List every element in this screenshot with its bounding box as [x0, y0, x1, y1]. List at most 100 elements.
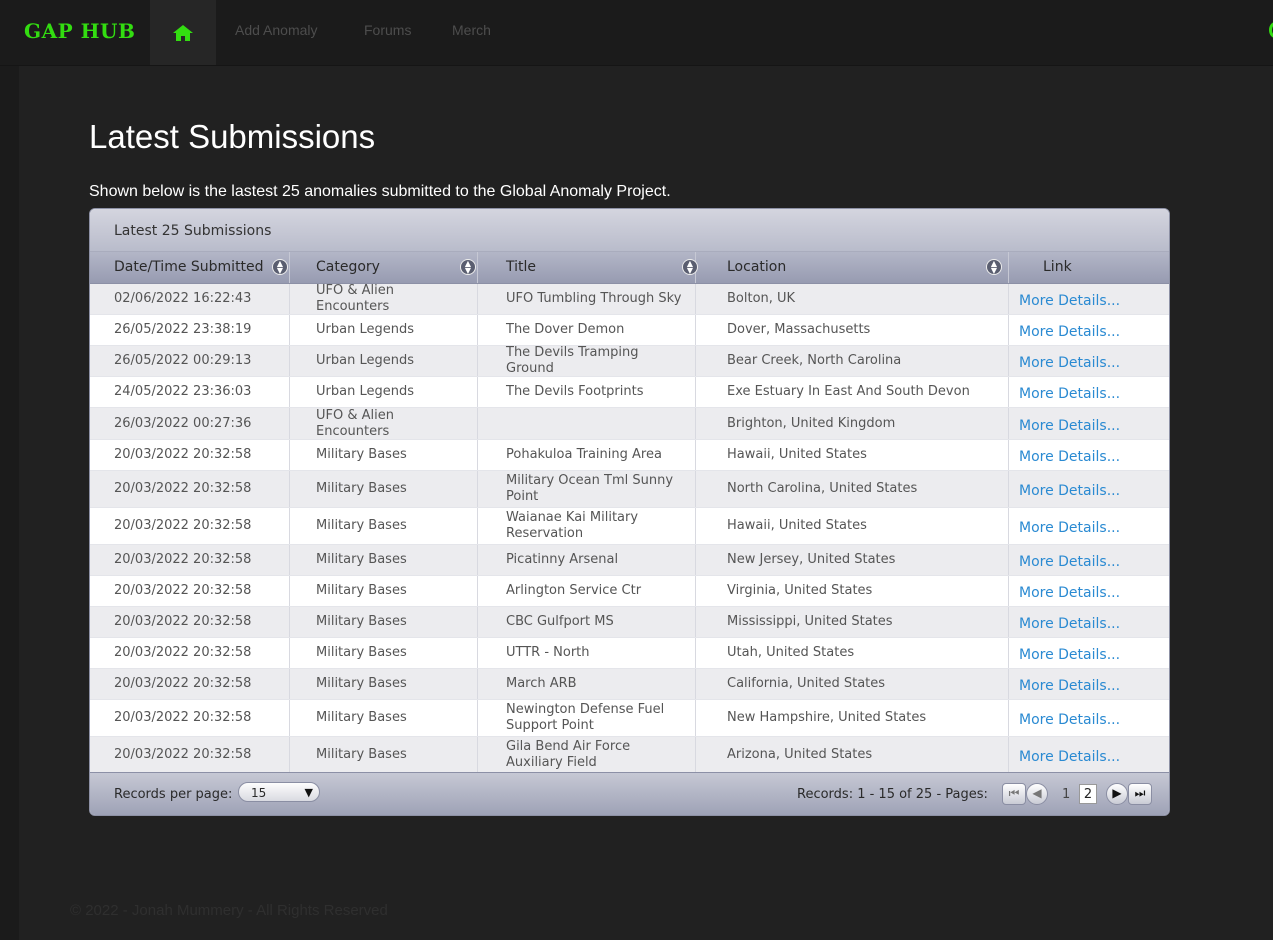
user-status-icon[interactable] — [1269, 22, 1273, 38]
grid-caption: Latest 25 Submissions — [90, 209, 1169, 252]
cell-location: New Hampshire, United States — [696, 700, 1009, 736]
cell-title: Pohakuloa Training Area — [478, 440, 696, 470]
column-header-category[interactable]: Category ▲ ▼ — [290, 252, 478, 283]
cell-location: New Jersey, United States — [696, 545, 1009, 575]
column-header-location[interactable]: Location ▲ ▼ — [696, 252, 1009, 283]
cell-location: Virginia, United States — [696, 576, 1009, 606]
more-details-link[interactable]: More Details... — [1009, 700, 1169, 736]
cell-datetime: 20/03/2022 20:32:58 — [90, 669, 290, 699]
more-details-link[interactable]: More Details... — [1009, 284, 1169, 314]
cell-category: Urban Legends — [290, 346, 478, 376]
page-number-2[interactable]: 2 — [1079, 784, 1097, 804]
more-details-link[interactable]: More Details... — [1009, 377, 1169, 407]
cell-location: Bear Creek, North Carolina — [696, 346, 1009, 376]
more-details-link[interactable]: More Details... — [1009, 638, 1169, 668]
cell-category: Military Bases — [290, 607, 478, 637]
more-details-link[interactable]: More Details... — [1009, 669, 1169, 699]
cell-title: Picatinny Arsenal — [478, 545, 696, 575]
cell-datetime: 02/06/2022 16:22:43 — [90, 284, 290, 314]
sort-icon[interactable]: ▲ ▼ — [272, 259, 288, 275]
next-page-icon[interactable]: ▶ — [1106, 783, 1128, 805]
cell-category: Military Bases — [290, 700, 478, 736]
table-row: 26/05/2022 23:38:19 Urban Legends The Dove… — [90, 315, 1169, 346]
last-page-icon[interactable]: ⏭ — [1128, 783, 1152, 805]
cell-location: Arizona, United States — [696, 737, 1009, 773]
cell-datetime: 24/05/2022 23:36:03 — [90, 377, 290, 407]
cell-title: UTTR - North — [478, 638, 696, 668]
table-row: 20/03/2022 20:32:58 Military Bases Gila Be… — [90, 737, 1169, 774]
cell-datetime: 20/03/2022 20:32:58 — [90, 508, 290, 544]
table-row: 20/03/2022 20:32:58 Military Bases UTTR - … — [90, 638, 1169, 669]
grid-header: Date/Time Submitted ▲ ▼ Category ▲ ▼ Title… — [90, 252, 1169, 284]
page-number-1[interactable]: 1 — [1062, 787, 1070, 802]
cell-category: Military Bases — [290, 545, 478, 575]
table-row: 20/03/2022 20:32:58 Military Bases Newingt… — [90, 700, 1169, 737]
sort-icon[interactable]: ▲ ▼ — [460, 259, 476, 275]
cell-datetime: 20/03/2022 20:32:58 — [90, 545, 290, 575]
nav-merch[interactable]: Merch — [452, 22, 491, 38]
more-details-link[interactable]: More Details... — [1009, 545, 1169, 575]
home-icon — [173, 24, 193, 41]
records-per-page-select[interactable]: 15 ▼ — [238, 782, 320, 802]
cell-title: March ARB — [478, 669, 696, 699]
cell-title: Military Ocean Tml Sunny Point — [478, 471, 696, 507]
cell-datetime: 26/03/2022 00:27:36 — [90, 408, 290, 439]
table-row: 20/03/2022 20:32:58 Military Bases March A… — [90, 669, 1169, 700]
cell-category: Military Bases — [290, 638, 478, 668]
first-page-icon[interactable]: ⏮ — [1002, 783, 1026, 805]
more-details-link[interactable]: More Details... — [1009, 408, 1169, 439]
more-details-link[interactable]: More Details... — [1009, 471, 1169, 507]
left-sidebar-strip — [0, 66, 19, 940]
records-per-page-value: 15 — [251, 786, 267, 800]
more-details-link[interactable]: More Details... — [1009, 315, 1169, 345]
more-details-link[interactable]: More Details... — [1009, 346, 1169, 376]
table-row: 20/03/2022 20:32:58 Military Bases Militar… — [90, 471, 1169, 508]
cell-title: CBC Gulfport MS — [478, 607, 696, 637]
table-row: 26/03/2022 00:27:36 UFO & Alien Encounter… — [90, 408, 1169, 440]
cell-category: Military Bases — [290, 576, 478, 606]
nav-home-tab[interactable] — [150, 0, 216, 65]
cell-title: Waianae Kai Military Reservation — [478, 508, 696, 544]
column-header-label: Location — [727, 259, 787, 275]
grid-pager: Records per page: 15 ▼ Records: 1 - 15 o… — [90, 772, 1169, 815]
cell-category: Military Bases — [290, 440, 478, 470]
more-details-link[interactable]: More Details... — [1009, 576, 1169, 606]
more-details-link[interactable]: More Details... — [1009, 607, 1169, 637]
prev-page-icon[interactable]: ◀ — [1026, 783, 1048, 805]
cell-title: UFO Tumbling Through Sky — [478, 284, 696, 314]
cell-category: Urban Legends — [290, 315, 478, 345]
more-details-link[interactable]: More Details... — [1009, 440, 1169, 470]
cell-title: Gila Bend Air Force Auxiliary Field — [478, 737, 696, 773]
cell-datetime: 20/03/2022 20:32:58 — [90, 638, 290, 668]
column-header-label: Category — [316, 259, 380, 275]
more-details-link[interactable]: More Details... — [1009, 737, 1169, 773]
cell-title: The Devils Tramping Ground — [478, 345, 696, 376]
top-navbar: GAP HUB Add Anomaly Forums Merch — [0, 0, 1273, 66]
column-header-link: Link — [1009, 252, 1169, 283]
table-row: 20/03/2022 20:32:58 Military Bases CBC Gul… — [90, 607, 1169, 638]
cell-category: Military Bases — [290, 669, 478, 699]
cell-datetime: 20/03/2022 20:32:58 — [90, 440, 290, 470]
page-title: Latest Submissions — [89, 118, 376, 155]
table-row: 02/06/2022 16:22:43 UFO & Alien Encounter… — [90, 283, 1169, 315]
chevron-down-icon: ▼ — [304, 786, 313, 799]
table-row: 20/03/2022 20:32:58 Military Bases Picatin… — [90, 545, 1169, 576]
cell-category: Urban Legends — [290, 377, 478, 407]
table-row: 20/03/2022 20:32:58 Military Bases Arlingt… — [90, 576, 1169, 607]
cell-title: The Dover Demon — [478, 315, 696, 345]
sort-icon[interactable]: ▲ ▼ — [986, 259, 1002, 275]
column-header-datetime[interactable]: Date/Time Submitted ▲ ▼ — [90, 252, 290, 283]
column-header-title[interactable]: Title ▲ ▼ — [478, 252, 698, 283]
copyright-text: © 2022 - Jonah Mummery - All Rights Rese… — [70, 902, 388, 919]
nav-add-anomaly[interactable]: Add Anomaly — [235, 22, 318, 38]
more-details-link[interactable]: More Details... — [1009, 508, 1169, 544]
cell-location: California, United States — [696, 669, 1009, 699]
cell-datetime: 20/03/2022 20:32:58 — [90, 700, 290, 736]
table-row: 20/03/2022 20:32:58 Military Bases Waianae… — [90, 508, 1169, 545]
brand-logo[interactable]: GAP HUB — [24, 19, 135, 43]
cell-location: Dover, Massachusetts — [696, 315, 1009, 345]
nav-forums[interactable]: Forums — [364, 22, 411, 38]
column-header-label: Title — [506, 259, 537, 275]
table-row: 26/05/2022 00:29:13 Urban Legends The Devi… — [90, 345, 1169, 377]
records-summary: Records: 1 - 15 of 25 - Pages: — [797, 787, 988, 802]
